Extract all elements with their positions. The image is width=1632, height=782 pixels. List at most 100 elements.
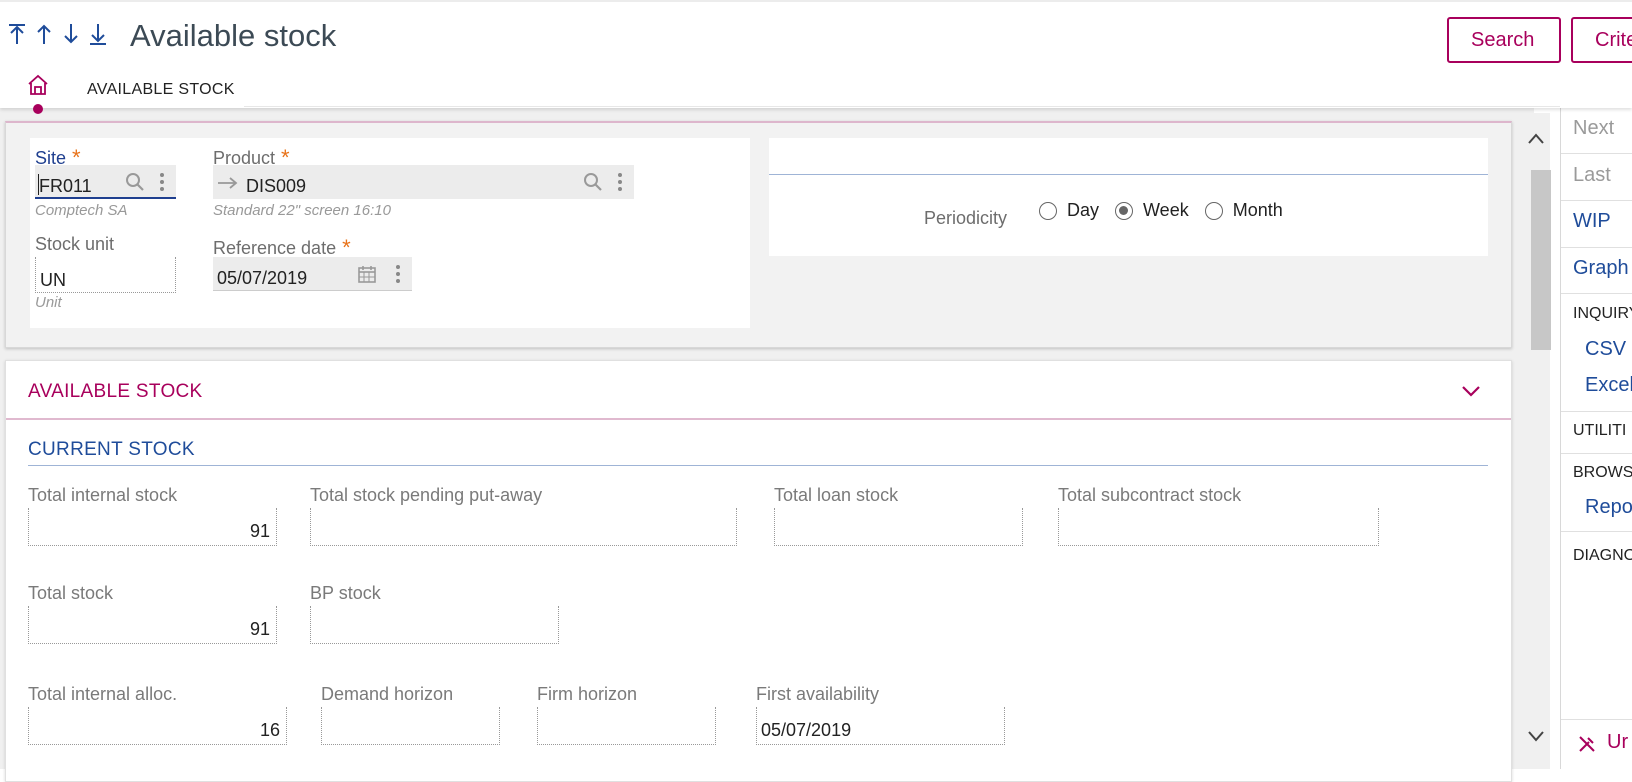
stock-unit-description: Unit — [35, 294, 62, 311]
product-options-icon[interactable] — [617, 171, 623, 193]
total-internal-alloc-value: 16 — [259, 720, 280, 740]
divider — [1561, 453, 1632, 454]
page-header: Available stock Search Crite AVAILABLE S… — [0, 0, 1632, 114]
available-stock-section: AVAILABLE STOCK CURRENT STOCK Total inte… — [5, 360, 1512, 782]
periodicity-radio-group: Day Week Month — [1039, 200, 1299, 221]
total-internal-stock-value: 91 — [249, 521, 270, 541]
right-panel-bottom-label[interactable]: Ur — [1607, 731, 1628, 754]
first-record-icon[interactable] — [6, 22, 28, 46]
divider — [1561, 411, 1632, 412]
total-subcontract-stock-field — [1058, 508, 1379, 546]
radio-day[interactable] — [1039, 201, 1057, 220]
total-stock-field: 91 — [28, 606, 277, 644]
home-icon[interactable] — [27, 74, 49, 96]
right-panel-utilities-heading: UTILITI — [1573, 422, 1627, 439]
tools-icon[interactable] — [1577, 734, 1597, 754]
stock-unit-field: UN — [35, 257, 176, 293]
previous-record-icon[interactable] — [33, 22, 55, 46]
divider — [1561, 293, 1632, 294]
total-stock-pending-putaway-field — [310, 508, 737, 546]
radio-week-label: Week — [1143, 200, 1189, 220]
last-record-icon[interactable] — [87, 22, 109, 46]
site-value: FR011 — [39, 176, 92, 196]
total-loan-stock-field — [774, 508, 1023, 546]
first-availability-value: 05/07/2019 — [761, 720, 852, 740]
site-field[interactable]: FR011 — [35, 165, 176, 199]
product-field[interactable]: DIS009 — [213, 165, 634, 199]
total-stock-label: Total stock — [28, 583, 114, 603]
bp-stock-label: BP stock — [310, 583, 381, 603]
firm-horizon-field — [537, 707, 716, 745]
site-description: Comptech SA — [35, 202, 128, 219]
tab-bar-divider — [244, 106, 1560, 107]
firm-horizon-label: Firm horizon — [537, 684, 638, 704]
product-description: Standard 22" screen 16:10 — [213, 202, 391, 219]
total-loan-stock-label: Total loan stock — [774, 485, 899, 505]
reference-date-options-icon[interactable] — [395, 263, 401, 285]
block-title: CURRENT STOCK — [28, 439, 195, 460]
radio-day-label: Day — [1067, 200, 1100, 220]
right-panel-excel[interactable]: Excel — [1585, 374, 1632, 397]
total-stock-pending-putaway-label: Total stock pending put-away — [310, 485, 543, 505]
next-record-icon[interactable] — [60, 22, 82, 46]
right-panel-graph[interactable]: Graph — [1573, 257, 1629, 280]
record-navigation — [6, 22, 109, 46]
first-availability-field: 05/07/2019 — [756, 707, 1005, 745]
right-panel-browse-heading: BROWS — [1573, 464, 1632, 481]
right-panel-inquiry-heading: INQUIRY — [1573, 305, 1632, 322]
scroll-down-icon[interactable] — [1526, 728, 1546, 744]
radio-month[interactable] — [1204, 201, 1223, 220]
site-options-icon[interactable] — [159, 171, 165, 193]
bp-stock-field — [310, 606, 559, 644]
section-title[interactable]: AVAILABLE STOCK — [28, 381, 203, 403]
right-panel-report[interactable]: Repo — [1585, 496, 1632, 519]
total-internal-alloc-label: Total internal alloc. — [28, 684, 178, 704]
demand-horizon-field — [321, 707, 500, 745]
scroll-up-icon[interactable] — [1526, 131, 1546, 147]
right-panel-wip[interactable]: WIP — [1573, 210, 1611, 233]
total-stock-value: 91 — [249, 619, 270, 639]
right-panel-next[interactable]: Next — [1573, 117, 1614, 140]
demand-horizon-label: Demand horizon — [321, 684, 454, 704]
active-tab-indicator — [33, 104, 43, 114]
reference-date-value: 05/07/2019 — [217, 268, 308, 288]
divider — [1561, 531, 1632, 532]
total-subcontract-stock-label: Total subcontract stock — [1058, 485, 1242, 505]
main-content: Site * FR011 Comptech SA Product * DIS009 … — [0, 107, 1534, 782]
right-action-panel: Next Last WIP Graph INQUIRY CSV Excel UT… — [1560, 107, 1632, 769]
periodicity-label: Periodicity — [924, 208, 1008, 228]
section-divider — [6, 418, 1511, 420]
total-internal-alloc-field: 16 — [28, 707, 287, 745]
panel-divider — [769, 174, 1488, 175]
total-internal-stock-label: Total internal stock — [28, 485, 178, 505]
criteria-section: Site * FR011 Comptech SA Product * DIS009 … — [5, 121, 1512, 348]
criteria-button[interactable]: Crite — [1571, 17, 1632, 63]
page-title: Available stock — [130, 18, 337, 53]
arrow-right-icon[interactable] — [217, 176, 239, 190]
divider — [1561, 153, 1632, 154]
block-divider — [28, 465, 1488, 466]
right-panel-last[interactable]: Last — [1573, 164, 1611, 187]
search-icon[interactable] — [583, 172, 603, 192]
scrollbar-thumb[interactable] — [1531, 170, 1551, 350]
product-value: DIS009 — [246, 176, 307, 196]
periodicity-panel: Periodicity Day Week Month — [769, 138, 1488, 256]
search-button[interactable]: Search — [1447, 17, 1561, 63]
calendar-icon[interactable] — [357, 264, 377, 284]
stock-unit-value: UN — [40, 270, 66, 290]
radio-month-label: Month — [1232, 200, 1283, 220]
criteria-fields-panel: Site * FR011 Comptech SA Product * DIS009 … — [30, 138, 750, 328]
chevron-down-icon[interactable] — [1460, 381, 1482, 401]
divider — [1561, 247, 1632, 248]
tab-available-stock[interactable]: AVAILABLE STOCK — [87, 81, 235, 99]
total-internal-stock-field: 91 — [28, 508, 277, 546]
radio-week[interactable] — [1115, 201, 1134, 220]
first-availability-label: First availability — [756, 684, 880, 704]
search-icon[interactable] — [125, 172, 145, 192]
divider — [1561, 200, 1632, 201]
right-panel-footer: Ur — [1561, 719, 1632, 769]
right-panel-diagnostics-heading: DIAGNO — [1573, 547, 1632, 564]
stock-unit-label: Stock unit — [35, 234, 115, 254]
reference-date-field[interactable]: 05/07/2019 — [213, 257, 412, 291]
right-panel-csv[interactable]: CSV — [1585, 338, 1626, 361]
